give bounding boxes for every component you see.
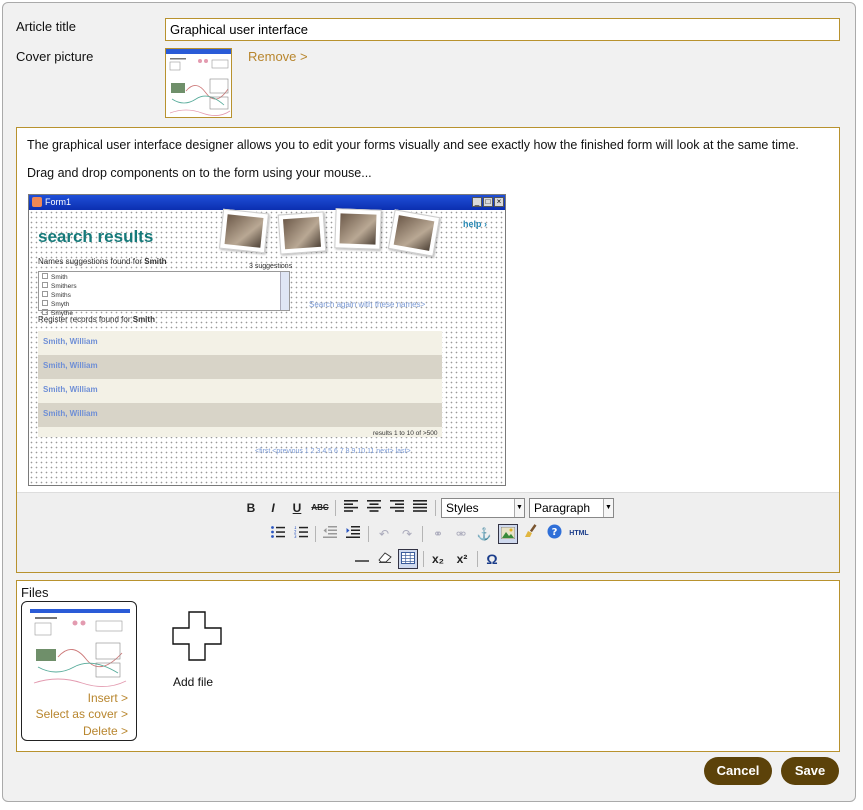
unlink-icon[interactable]: ⚮ bbox=[451, 524, 471, 544]
toolbar-separator bbox=[368, 526, 369, 542]
redo-icon[interactable]: ↷ bbox=[397, 524, 417, 544]
file-card: Insert > Select as cover > Delete > bbox=[21, 601, 137, 741]
cancel-button[interactable]: Cancel bbox=[704, 757, 772, 785]
help-icon[interactable]: ? bbox=[544, 524, 564, 544]
horizontal-rule-icon[interactable] bbox=[352, 549, 372, 569]
listbox-scrollbar bbox=[280, 272, 289, 310]
result-row: Smith, William bbox=[38, 379, 442, 403]
align-left-icon[interactable] bbox=[341, 498, 361, 518]
select-as-cover-link[interactable]: Select as cover > bbox=[36, 707, 128, 721]
names-listbox: Smith Smithers Smiths Smyth Smythe bbox=[38, 271, 290, 317]
bullet-list-icon[interactable] bbox=[268, 524, 288, 544]
names-suggestion-label: Names suggestions found for Smith bbox=[38, 257, 167, 266]
pagination: <first <previous 1 2 3 4 5 6 7 8 9 10 11… bbox=[255, 448, 411, 455]
undo-icon[interactable]: ↶ bbox=[374, 524, 394, 544]
add-file-label: Add file bbox=[173, 675, 214, 689]
files-panel: Files Insert > Select as cover > Delete … bbox=[16, 580, 840, 752]
link-icon[interactable]: ⚭ bbox=[428, 524, 448, 544]
delete-file-link[interactable]: Delete > bbox=[83, 724, 128, 738]
cover-picture-thumbnail bbox=[165, 48, 232, 118]
file-thumbnail[interactable] bbox=[30, 609, 130, 689]
photo-3 bbox=[334, 208, 382, 250]
save-button[interactable]: Save bbox=[781, 757, 839, 785]
suggestions-count: 3 suggestions bbox=[249, 263, 293, 270]
article-title-label: Article title bbox=[16, 19, 76, 34]
align-center-icon[interactable] bbox=[364, 498, 384, 518]
editor-toolbar: B I U ABC Styles ▼ Paragraph ▼ 123 ↶ ↷ ⚭… bbox=[17, 492, 839, 572]
eraser-icon[interactable] bbox=[375, 549, 395, 569]
result-row: Smith, William bbox=[38, 331, 442, 355]
format-select[interactable]: Paragraph ▼ bbox=[529, 498, 614, 518]
subscript-button[interactable]: x₂ bbox=[428, 549, 448, 569]
cover-picture-label: Cover picture bbox=[16, 49, 94, 64]
plus-icon bbox=[172, 611, 222, 661]
rich-text-editor[interactable]: The graphical user interface designer al… bbox=[16, 127, 840, 573]
search-results-heading: search results bbox=[38, 227, 154, 246]
form-window-icon bbox=[32, 197, 42, 207]
outdent-icon[interactable] bbox=[320, 524, 340, 544]
minimize-icon: _ bbox=[472, 197, 482, 207]
insert-file-link[interactable]: Insert > bbox=[88, 691, 128, 705]
toolbar-separator bbox=[315, 526, 316, 542]
align-justify-icon[interactable] bbox=[410, 498, 430, 518]
form-window-titlebar: Form1 bbox=[29, 195, 505, 210]
numbered-list-icon[interactable]: 123 bbox=[291, 524, 311, 544]
photo-1 bbox=[219, 208, 269, 254]
indent-icon[interactable] bbox=[343, 524, 363, 544]
embedded-form-screenshot[interactable]: Form1 _ □ × search results help › Names … bbox=[28, 194, 506, 486]
files-heading: Files bbox=[21, 585, 49, 600]
strikethrough-button[interactable]: ABC bbox=[310, 498, 330, 518]
photo-2 bbox=[277, 211, 327, 255]
chevron-down-icon: ▼ bbox=[514, 499, 524, 517]
bold-button[interactable]: B bbox=[241, 498, 261, 518]
add-file-button[interactable]: Add file bbox=[169, 611, 227, 697]
help-link: help › bbox=[463, 219, 488, 229]
results-count: results 1 to 10 of >500 bbox=[373, 430, 438, 437]
search-again-link: Search again with these names> bbox=[309, 300, 426, 309]
remove-cover-link[interactable]: Remove > bbox=[248, 49, 308, 64]
editor-paragraph-2: Drag and drop components on to the form … bbox=[27, 166, 372, 180]
result-row: Smith, William bbox=[38, 403, 442, 427]
toolbar-separator bbox=[477, 551, 478, 567]
form-window-title: Form1 bbox=[45, 197, 72, 207]
italic-button[interactable]: I bbox=[263, 498, 283, 518]
photo-4 bbox=[387, 209, 441, 257]
table-icon[interactable] bbox=[398, 549, 418, 569]
svg-text:?: ? bbox=[551, 527, 557, 538]
toolbar-separator bbox=[435, 500, 436, 516]
anchor-icon[interactable]: ⚓ bbox=[474, 524, 494, 544]
superscript-button[interactable]: x² bbox=[452, 549, 472, 569]
html-source-button[interactable]: HTML bbox=[567, 524, 591, 544]
maximize-icon: □ bbox=[483, 197, 493, 207]
toolbar-separator bbox=[422, 526, 423, 542]
underline-button[interactable]: U bbox=[287, 498, 307, 518]
toolbar-separator bbox=[335, 500, 336, 516]
styles-select[interactable]: Styles ▼ bbox=[441, 498, 525, 518]
result-row: Smith, William bbox=[38, 355, 442, 379]
article-title-input[interactable] bbox=[165, 18, 840, 41]
editor-paragraph-1: The graphical user interface designer al… bbox=[27, 138, 799, 152]
image-icon[interactable] bbox=[498, 524, 518, 544]
special-character-button[interactable]: Ω bbox=[482, 549, 502, 569]
cleanup-brush-icon[interactable] bbox=[521, 524, 541, 544]
close-icon: × bbox=[494, 197, 504, 207]
register-records-label: Register records found for Smith bbox=[38, 315, 155, 324]
align-right-icon[interactable] bbox=[387, 498, 407, 518]
chevron-down-icon: ▼ bbox=[603, 499, 613, 517]
toolbar-separator bbox=[423, 551, 424, 567]
svg-text:3: 3 bbox=[294, 534, 297, 538]
